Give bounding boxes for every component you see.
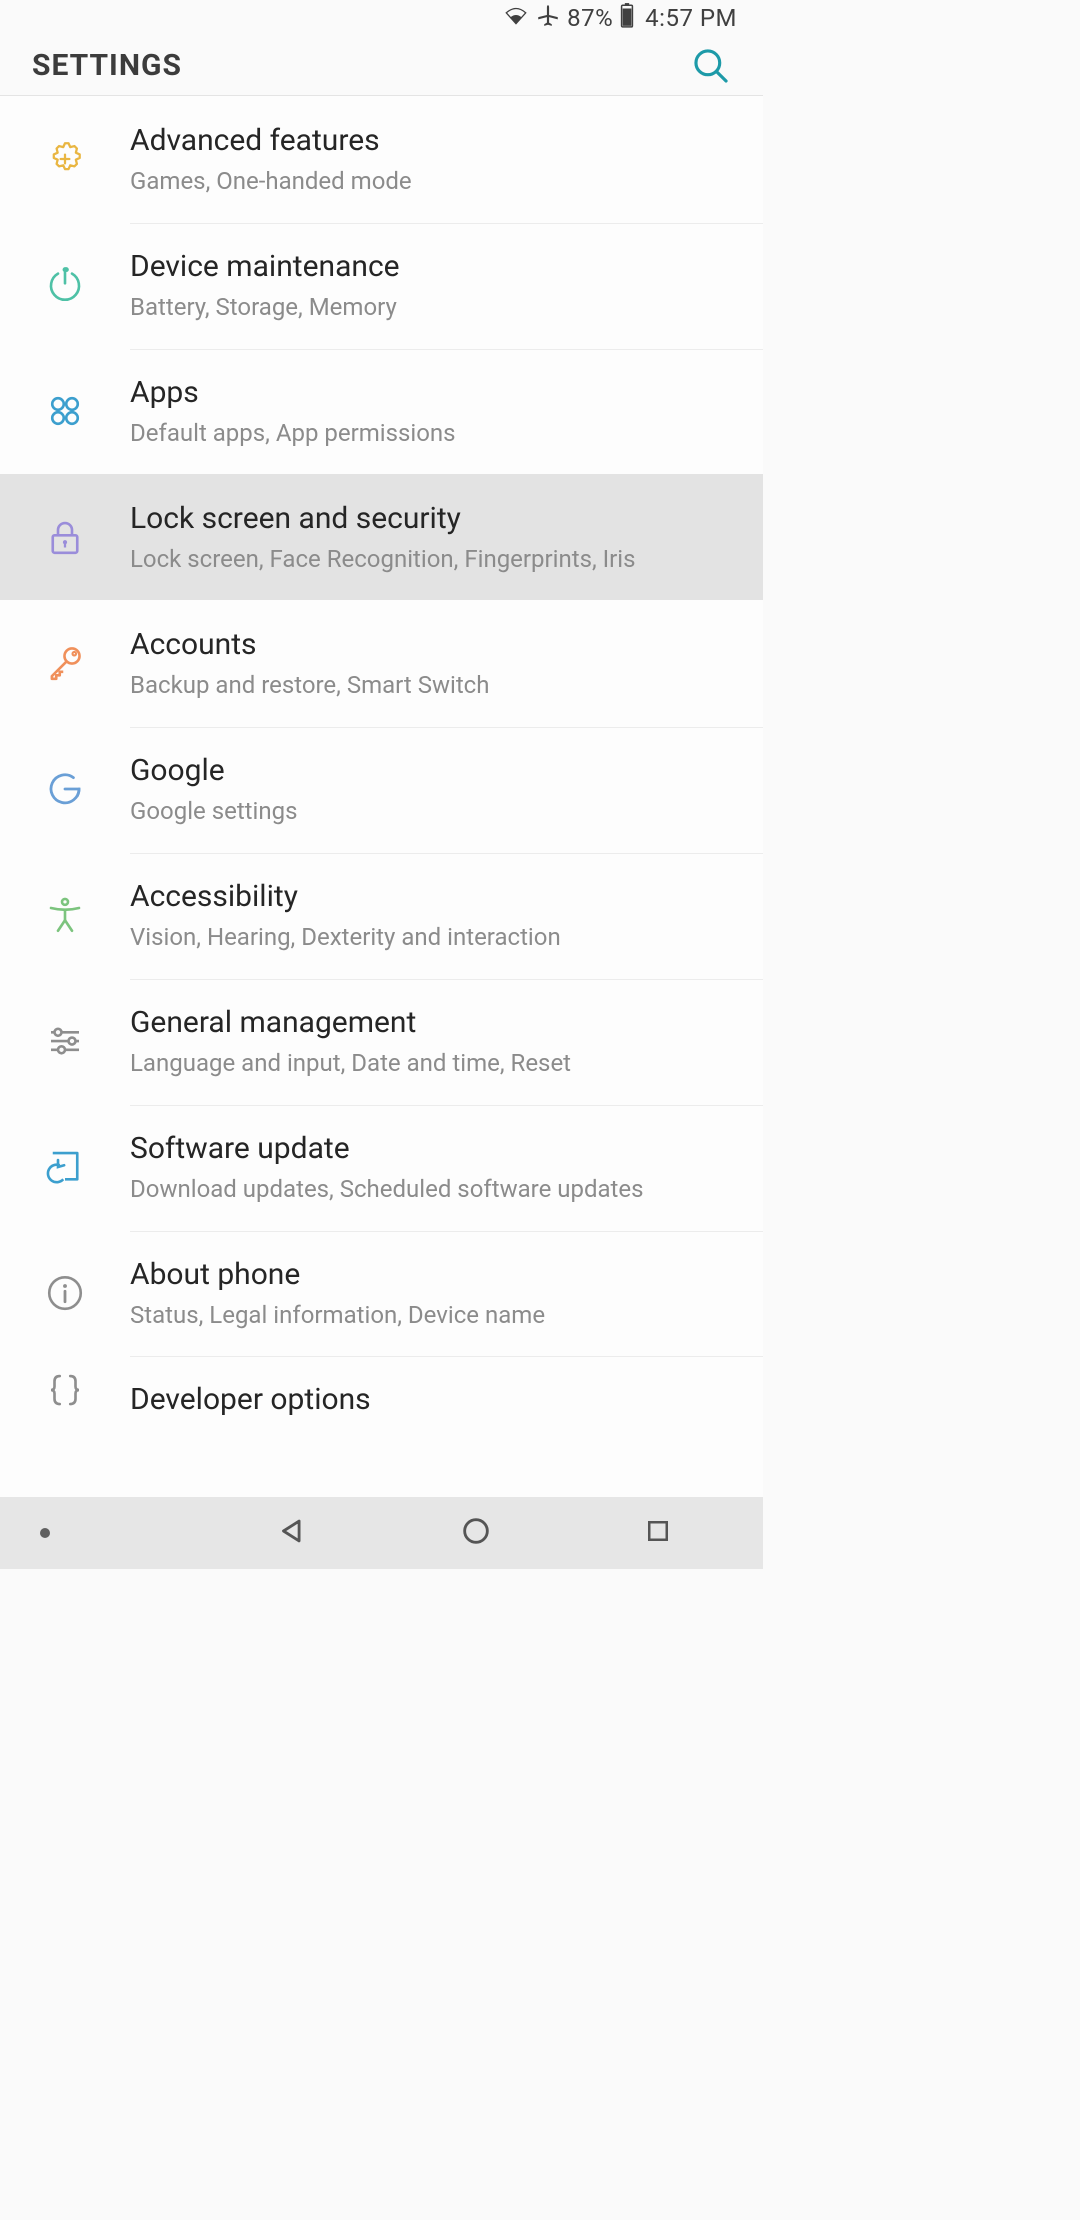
settings-item-software-update[interactable]: Software update Download updates, Schedu…: [0, 1104, 763, 1230]
settings-item-advanced-features[interactable]: Advanced features Games, One-handed mode: [0, 96, 763, 222]
settings-item-accessibility[interactable]: Accessibility Vision, Hearing, Dexterity…: [0, 852, 763, 978]
item-sub: Download updates, Scheduled software upd…: [130, 1174, 739, 1205]
settings-item-about-phone[interactable]: About phone Status, Legal information, D…: [0, 1230, 763, 1356]
app-header: SETTINGS: [0, 36, 763, 96]
item-title: About phone: [130, 1256, 739, 1294]
update-icon: [44, 1146, 86, 1188]
nav-home-button[interactable]: [459, 1514, 493, 1552]
item-title: Developer options: [130, 1381, 739, 1419]
page-title: SETTINGS: [32, 48, 182, 83]
item-sub: Google settings: [130, 796, 739, 827]
item-sub: Lock screen, Face Recognition, Fingerpri…: [130, 544, 739, 575]
key-icon: [44, 642, 86, 684]
settings-item-google[interactable]: Google Google settings: [0, 726, 763, 852]
settings-list[interactable]: Advanced features Games, One-handed mode…: [0, 96, 763, 1497]
item-sub: Status, Legal information, Device name: [130, 1300, 739, 1331]
airplane-icon: [535, 2, 561, 34]
item-title: Software update: [130, 1130, 739, 1168]
item-title: Device maintenance: [130, 248, 739, 286]
battery-icon: [619, 2, 635, 34]
gear-plus-icon: [44, 138, 86, 180]
settings-item-accounts[interactable]: Accounts Backup and restore, Smart Switc…: [0, 600, 763, 726]
braces-icon: [44, 1369, 86, 1411]
status-bar: 87% 4:57 PM: [0, 0, 763, 36]
item-title: Lock screen and security: [130, 500, 739, 538]
lock-icon: [44, 516, 86, 558]
settings-item-general-management[interactable]: General management Language and input, D…: [0, 978, 763, 1104]
triangle-back-icon: [275, 1514, 309, 1548]
person-icon: [44, 894, 86, 936]
search-button[interactable]: [689, 44, 733, 88]
item-title: Accessibility: [130, 878, 739, 916]
google-g-icon: [44, 768, 86, 810]
item-sub: Default apps, App permissions: [130, 418, 739, 449]
item-sub: Vision, Hearing, Dexterity and interacti…: [130, 922, 739, 953]
power-circle-icon: [44, 264, 86, 306]
item-sub: Battery, Storage, Memory: [130, 292, 739, 323]
nav-recents-button[interactable]: [643, 1516, 673, 1550]
item-title: Advanced features: [130, 122, 739, 160]
settings-item-apps[interactable]: Apps Default apps, App permissions: [0, 348, 763, 474]
settings-item-developer-options[interactable]: Developer options: [0, 1356, 763, 1425]
info-icon: [44, 1272, 86, 1314]
navigation-bar: [0, 1497, 763, 1569]
settings-item-device-maintenance[interactable]: Device maintenance Battery, Storage, Mem…: [0, 222, 763, 348]
four-circles-icon: [44, 390, 86, 432]
wifi-icon: [503, 4, 529, 32]
item-sub: Language and input, Date and time, Reset: [130, 1048, 739, 1079]
item-title: General management: [130, 1004, 739, 1042]
item-sub: Backup and restore, Smart Switch: [130, 670, 739, 701]
item-title: Accounts: [130, 626, 739, 664]
item-title: Google: [130, 752, 739, 790]
square-recents-icon: [643, 1516, 673, 1546]
nav-indicator-dot: [40, 1528, 50, 1538]
item-title: Apps: [130, 374, 739, 412]
item-sub: Games, One-handed mode: [130, 166, 739, 197]
circle-home-icon: [459, 1514, 493, 1548]
nav-back-button[interactable]: [275, 1514, 309, 1552]
clock-text: 4:57 PM: [645, 4, 737, 32]
settings-item-lock-security[interactable]: Lock screen and security Lock screen, Fa…: [0, 474, 763, 600]
sliders-icon: [44, 1020, 86, 1062]
battery-percent: 87%: [567, 4, 613, 32]
search-icon: [692, 47, 730, 85]
